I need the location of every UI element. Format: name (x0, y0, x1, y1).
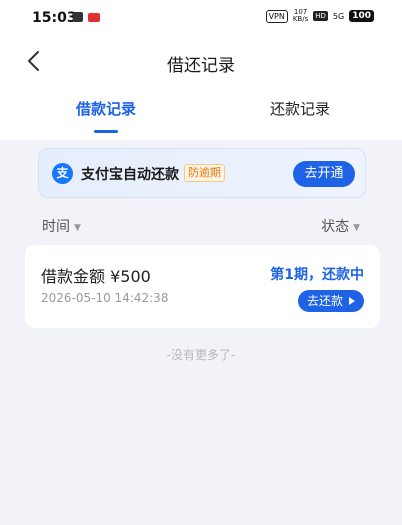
alipay-autopay-text: 支付宝自动还款 (81, 167, 179, 183)
alipay-icon: 支 (52, 163, 73, 184)
repay-button[interactable]: 去还款 (298, 290, 364, 312)
net-speed: 107 KB/s (293, 9, 308, 23)
battery-icon: 100 (349, 10, 374, 22)
page-title: 借还记录 (167, 56, 235, 76)
caret-down-icon: ▼ (353, 223, 360, 233)
overdue-prevention-badge: 防逾期 (184, 164, 225, 182)
tab-borrow-records[interactable]: 借款记录 (46, 98, 166, 119)
tab-repay-records[interactable]: 还款记录 (240, 98, 360, 119)
caret-down-icon: ▼ (74, 223, 81, 233)
status-bar: 15:03 VPN 107 KB/s HD 5G 100 (0, 0, 402, 34)
message-notification-icon (88, 12, 100, 22)
loan-amount: 借款金额 ¥500 (41, 267, 151, 286)
time-filter-label: 时间 (42, 219, 70, 235)
loan-datetime: 2026-05-10 14:42:38 (41, 291, 169, 305)
record-tabs: 借款记录 还款记录 (0, 94, 402, 134)
active-tab-indicator (94, 130, 118, 133)
notification-icons (73, 12, 100, 22)
vpn-icon: VPN (265, 9, 288, 23)
enable-autopay-button[interactable]: 去开通 (293, 161, 355, 187)
status-time: 15:03 (32, 10, 77, 26)
time-filter[interactable]: 时间 ▼ (42, 216, 81, 236)
status-filter[interactable]: 状态 ▼ (321, 216, 360, 236)
filter-row: 时间 ▼ 状态 ▼ (0, 214, 402, 238)
signal-icon: 5G (332, 11, 345, 21)
repay-button-label: 去还款 (307, 294, 344, 308)
hd-icon: HD (313, 11, 328, 21)
play-icon (349, 297, 355, 305)
loan-record-card[interactable]: 借款金额 ¥500 2026-05-10 14:42:38 第1期，还款中 去还… (25, 245, 380, 328)
status-indicators: VPN 107 KB/s HD 5G 100 (265, 9, 374, 23)
status-filter-label: 状态 (321, 219, 350, 235)
net-speed-unit: KB/s (292, 15, 309, 23)
alipay-autopay-banner[interactable]: 支 支付宝自动还款 防逾期 去开通 (38, 148, 366, 198)
app-notification-icon (73, 12, 83, 22)
no-more-text: -没有更多了- (166, 348, 236, 362)
nav-bar: 借还记录 (0, 42, 402, 82)
loan-status: 第1期，还款中 (270, 267, 364, 283)
